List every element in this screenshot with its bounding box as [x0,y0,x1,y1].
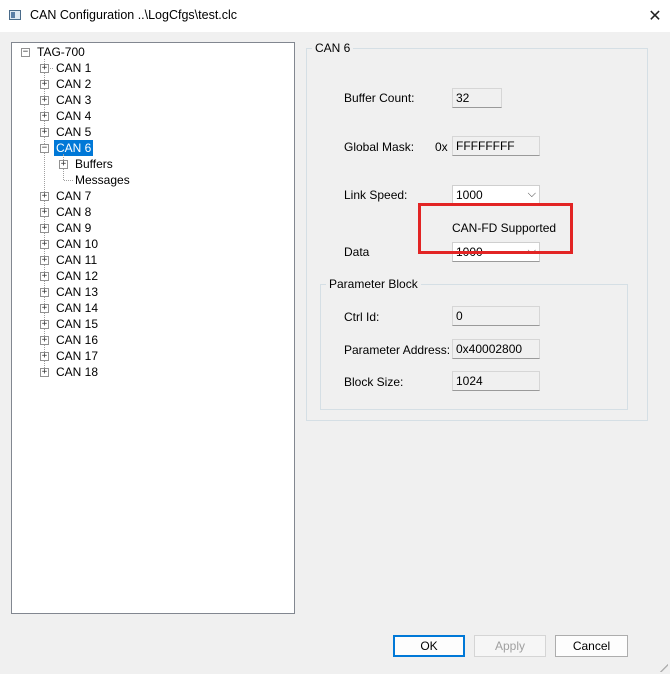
expand-icon[interactable]: + [40,368,49,377]
expand-icon[interactable]: + [40,320,49,329]
tree-item-can-16[interactable]: CAN 16 [54,332,100,348]
tree-panel[interactable]: − TAG-700 + CAN 1 + CAN 2 + CAN 3 + CAN … [11,42,295,614]
expand-icon[interactable]: + [40,304,49,313]
block-size-field[interactable]: 1024 [452,371,540,391]
buffer-count-field[interactable]: 32 [452,88,502,108]
group-title: CAN 6 [312,41,354,55]
expand-icon[interactable]: + [40,352,49,361]
tree-item-can-15[interactable]: CAN 15 [54,316,100,332]
expand-icon[interactable]: + [59,160,68,169]
expand-icon[interactable]: + [40,128,49,137]
parameter-block-title: Parameter Block [326,277,421,291]
resize-grip-icon[interactable] [658,662,668,672]
global-mask-prefix: 0x [435,140,448,154]
global-mask-field[interactable]: FFFFFFFF [452,136,540,156]
buffer-count-label: Buffer Count: [344,91,415,105]
tree-item-can-7[interactable]: CAN 7 [54,188,93,204]
chevron-down-icon: ⌵ [527,187,536,200]
collapse-icon[interactable]: − [21,48,30,57]
expand-icon[interactable]: + [40,240,49,249]
expand-icon[interactable]: + [40,336,49,345]
collapse-icon[interactable]: − [40,144,49,153]
tree-item-can-14[interactable]: CAN 14 [54,300,100,316]
tree-item-messages[interactable]: Messages [73,172,132,188]
ctrl-id-label: Ctrl Id: [344,310,380,324]
link-speed-label: Link Speed: [344,188,408,202]
tree-item-can-5[interactable]: CAN 5 [54,124,93,140]
parameter-address-field[interactable]: 0x40002800 [452,339,540,359]
tree-item-buffers[interactable]: Buffers [73,156,115,172]
tree-item-can-12[interactable]: CAN 12 [54,268,100,284]
expand-icon[interactable]: + [40,288,49,297]
data-label: Data [344,245,370,259]
expand-icon[interactable]: + [40,96,49,105]
title-bar: CAN Configuration ..\LogCfgs\test.clc ✕ [0,0,670,32]
ok-button[interactable]: OK [393,635,465,657]
tree-item-can-8[interactable]: CAN 8 [54,204,93,220]
parameter-address-label: Parameter Address: [344,343,451,357]
tree-item-can-1[interactable]: CAN 1 [54,60,93,76]
expand-icon[interactable]: + [40,208,49,217]
expand-icon[interactable]: + [40,64,49,73]
expand-icon[interactable]: + [40,192,49,201]
tree-item-can-10[interactable]: CAN 10 [54,236,100,252]
expand-icon[interactable]: + [40,256,49,265]
ctrl-id-field[interactable]: 0 [452,306,540,326]
expand-icon[interactable]: + [40,272,49,281]
window-title: CAN Configuration ..\LogCfgs\test.clc [30,8,238,22]
expand-icon[interactable]: + [40,80,49,89]
tree-item-can-6[interactable]: CAN 6 [54,140,94,156]
tree-item-can-9[interactable]: CAN 9 [54,220,93,236]
global-mask-label: Global Mask: [344,140,415,154]
link-speed-value: 1000 [456,188,483,202]
highlight-annotation [418,203,573,254]
cancel-button[interactable]: Cancel [555,635,628,657]
apply-button[interactable]: Apply [474,635,546,657]
close-icon[interactable]: ✕ [640,0,670,32]
tree-item-can-18[interactable]: CAN 18 [54,364,100,380]
tree-item-can-2[interactable]: CAN 2 [54,76,93,92]
tree-item-can-11[interactable]: CAN 11 [54,252,99,268]
expand-icon[interactable]: + [40,112,49,121]
tree-item-can-4[interactable]: CAN 4 [54,108,93,124]
link-speed-select[interactable]: 1000 ⌵ [452,185,540,205]
app-icon [9,10,21,20]
tree-item-can-3[interactable]: CAN 3 [54,92,93,108]
tree-item-can-17[interactable]: CAN 17 [54,348,100,364]
block-size-label: Block Size: [344,375,404,389]
tree-item-can-13[interactable]: CAN 13 [54,284,100,300]
tree-root[interactable]: TAG-700 [35,44,87,60]
expand-icon[interactable]: + [40,224,49,233]
